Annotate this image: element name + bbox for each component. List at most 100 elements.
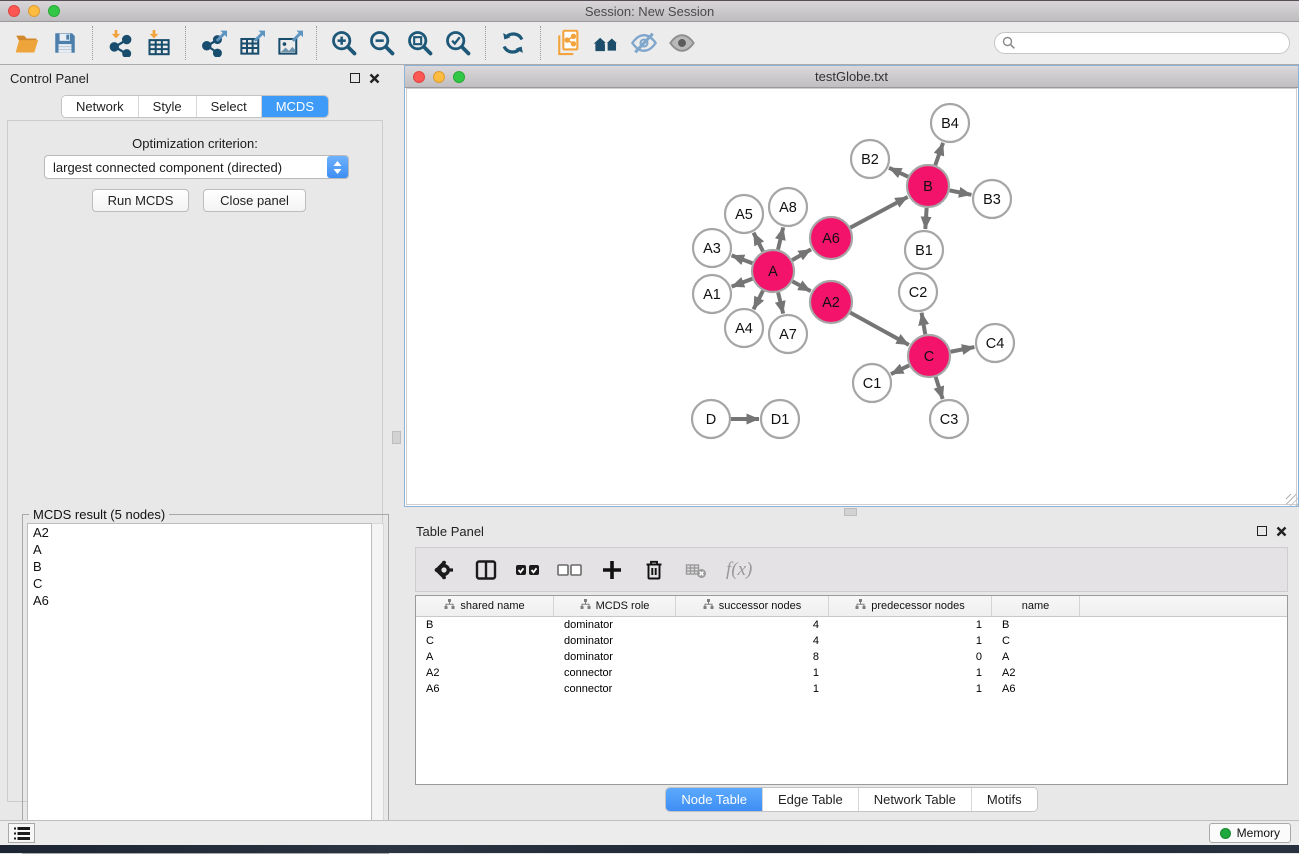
run-mcds-button[interactable]: Run MCDS (92, 189, 189, 212)
memory-button[interactable]: Memory (1209, 823, 1291, 843)
graph-node-C3[interactable]: C3 (930, 400, 968, 438)
cell-successor-nodes[interactable]: 4 (676, 619, 829, 631)
refresh-view-icon[interactable] (494, 24, 532, 62)
cell-predecessor-nodes[interactable]: 1 (829, 635, 992, 647)
cell-mcds-role[interactable]: dominator (554, 635, 676, 647)
graph-node-D1[interactable]: D1 (761, 400, 799, 438)
select-all-icon[interactable] (514, 556, 542, 584)
add-column-icon[interactable] (598, 556, 626, 584)
task-history-button[interactable] (8, 823, 35, 843)
cell-successor-nodes[interactable]: 1 (676, 667, 829, 679)
window-resize-handle[interactable] (1286, 494, 1298, 506)
graph-edge-A6-B[interactable] (850, 197, 907, 228)
result-item[interactable]: C (28, 575, 371, 592)
graph-node-A3[interactable]: A3 (693, 229, 731, 267)
graph-node-A5[interactable]: A5 (725, 195, 763, 233)
result-item[interactable]: B (28, 558, 371, 575)
import-network-icon[interactable] (101, 24, 139, 62)
cell-mcds-role[interactable]: connector (554, 667, 676, 679)
export-network-icon[interactable] (194, 24, 232, 62)
cell-shared-name[interactable]: B (416, 619, 554, 631)
graph-edge-C-C2[interactable] (922, 313, 926, 335)
show-all-icon[interactable] (663, 24, 701, 62)
graph-node-D[interactable]: D (692, 400, 730, 438)
graph-node-B2[interactable]: B2 (851, 140, 889, 178)
graph-edge-C-C4[interactable] (951, 347, 975, 352)
result-item[interactable]: A (28, 541, 371, 558)
cell-shared-name[interactable]: A2 (416, 667, 554, 679)
float-panel-icon[interactable] (350, 73, 360, 83)
close-panel-icon[interactable] (369, 73, 380, 84)
graph-node-C4[interactable]: C4 (976, 324, 1014, 362)
cell-name[interactable]: A (992, 651, 1080, 663)
network-graph[interactable]: B4B2BB3A8A5A6A3B1AC2A1A2A4A7C4CC1C3DD1 (407, 89, 1297, 505)
result-item[interactable]: A2 (28, 524, 371, 541)
cell-shared-name[interactable]: C (416, 635, 554, 647)
show-column-icon[interactable] (472, 556, 500, 584)
tab-node-table[interactable]: Node Table (666, 788, 762, 811)
tab-select[interactable]: Select (196, 96, 261, 117)
cell-successor-nodes[interactable]: 8 (676, 651, 829, 663)
zoom-out-icon[interactable] (363, 24, 401, 62)
graph-edge-C-C3[interactable] (936, 377, 943, 399)
cell-name[interactable]: B (992, 619, 1080, 631)
column-header-predecessor-nodes[interactable]: predecessor nodes (829, 596, 992, 616)
vertical-split-divider[interactable] (390, 65, 404, 820)
column-header-mcds-role[interactable]: MCDS role (554, 596, 676, 616)
graph-edge-A-A2[interactable] (792, 281, 810, 291)
graph-node-A2[interactable]: A2 (810, 281, 852, 323)
cell-name[interactable]: A2 (992, 667, 1080, 679)
table-settings-icon[interactable] (430, 556, 458, 584)
save-session-icon[interactable] (46, 24, 84, 62)
tab-mcds[interactable]: MCDS (261, 96, 328, 117)
cell-name[interactable]: A6 (992, 683, 1080, 695)
graph-edge-A-A8[interactable] (778, 227, 783, 249)
table-row[interactable]: Cdominator41C (416, 633, 1287, 649)
graph-edge-A-A4[interactable] (754, 291, 764, 310)
export-image-icon[interactable] (270, 24, 308, 62)
network-window-titlebar[interactable]: testGlobe.txt (405, 66, 1298, 88)
graph-edge-C-C1[interactable] (891, 365, 909, 374)
result-list-scrollbar[interactable] (372, 523, 384, 849)
mcds-result-list[interactable]: A2ABCA6 (27, 523, 372, 849)
horizontal-split-divider[interactable] (404, 507, 1299, 517)
cell-shared-name[interactable]: A6 (416, 683, 554, 695)
open-session-icon[interactable] (8, 24, 46, 62)
criterion-select[interactable]: largest connected component (directed) (44, 155, 349, 179)
zoom-fit-icon[interactable] (401, 24, 439, 62)
network-canvas[interactable]: B4B2BB3A8A5A6A3B1AC2A1A2A4A7C4CC1C3DD1 (406, 88, 1297, 505)
cell-name[interactable]: C (992, 635, 1080, 647)
graph-node-C[interactable]: C (908, 335, 950, 377)
graph-edge-A-A6[interactable] (792, 249, 811, 260)
result-item[interactable]: A6 (28, 592, 371, 609)
zoom-selected-icon[interactable] (439, 24, 477, 62)
graph-edge-A-A5[interactable] (754, 233, 764, 252)
import-table-icon[interactable] (139, 24, 177, 62)
divider-handle[interactable] (844, 508, 857, 516)
delete-table-icon[interactable] (682, 556, 710, 584)
graph-edge-A-A7[interactable] (778, 292, 783, 313)
table-row[interactable]: Adominator80A (416, 649, 1287, 665)
cell-predecessor-nodes[interactable]: 0 (829, 651, 992, 663)
float-panel-icon[interactable] (1257, 526, 1267, 536)
graph-edge-B-B4[interactable] (935, 143, 943, 165)
tab-network[interactable]: Network (62, 96, 138, 117)
graph-node-B[interactable]: B (907, 165, 949, 207)
tab-edge-table[interactable]: Edge Table (762, 788, 858, 811)
cell-predecessor-nodes[interactable]: 1 (829, 667, 992, 679)
cell-successor-nodes[interactable]: 4 (676, 635, 829, 647)
tab-style[interactable]: Style (138, 96, 196, 117)
table-row[interactable]: A2connector11A2 (416, 665, 1287, 681)
delete-column-icon[interactable] (640, 556, 668, 584)
graph-node-B3[interactable]: B3 (973, 180, 1011, 218)
graph-edge-A2-C[interactable] (850, 313, 909, 345)
graph-node-A6[interactable]: A6 (810, 217, 852, 259)
graph-node-B1[interactable]: B1 (905, 231, 943, 269)
graph-node-A1[interactable]: A1 (693, 275, 731, 313)
graph-edge-A-A3[interactable] (732, 255, 753, 263)
table-row[interactable]: A6connector11A6 (416, 681, 1287, 697)
column-header-successor-nodes[interactable]: successor nodes (676, 596, 829, 616)
tab-motifs[interactable]: Motifs (971, 788, 1037, 811)
close-panel-button[interactable]: Close panel (203, 189, 306, 212)
graph-edge-B-B1[interactable] (925, 208, 926, 229)
